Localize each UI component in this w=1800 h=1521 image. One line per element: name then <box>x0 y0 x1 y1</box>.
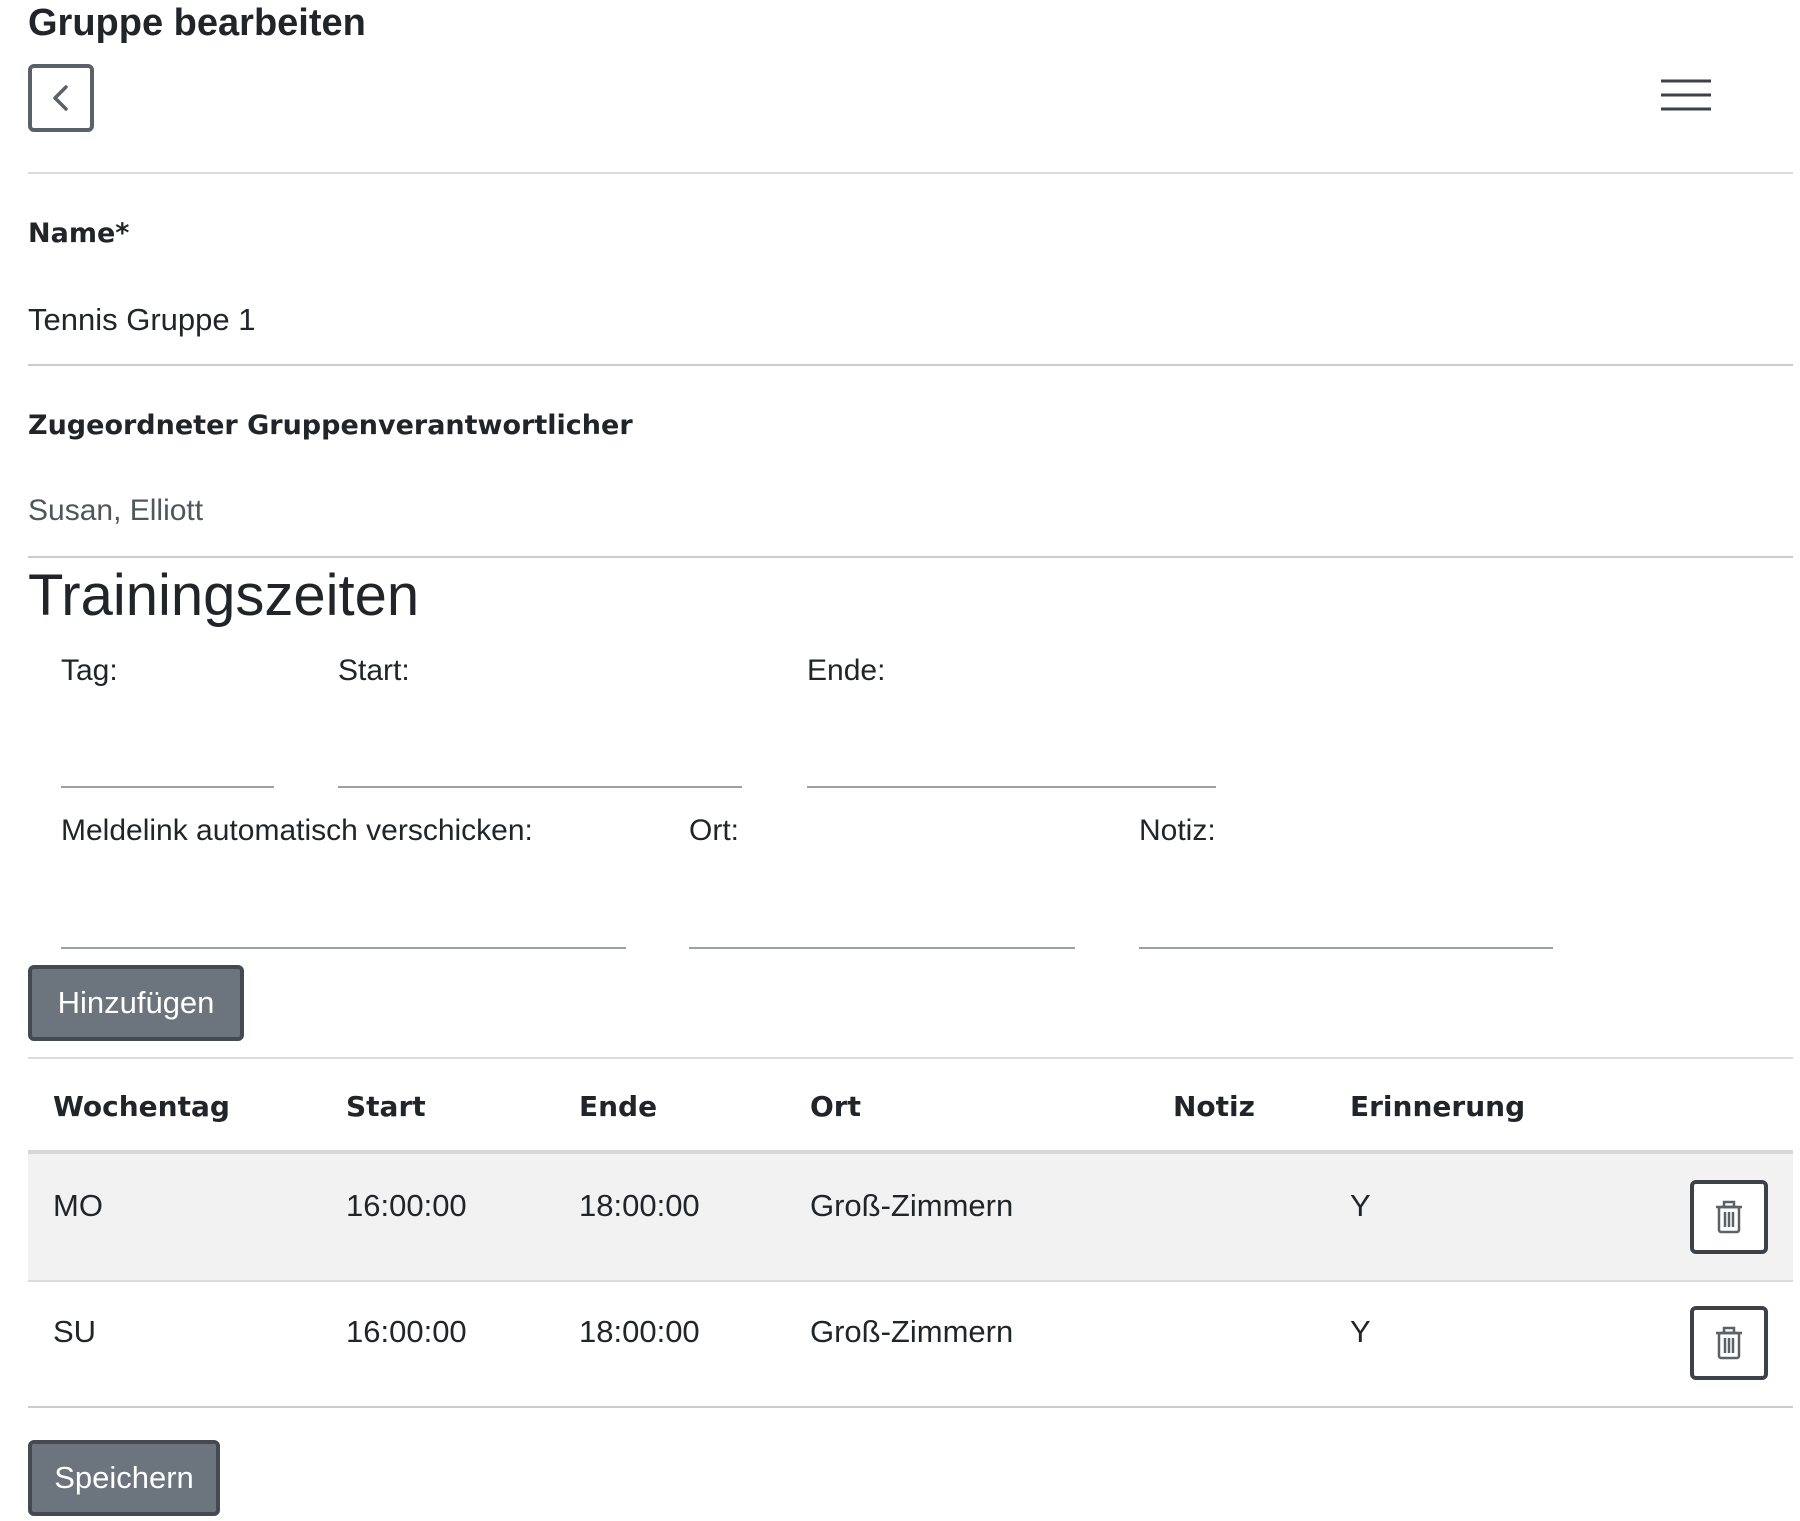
cell-wochentag: SU <box>53 1314 97 1349</box>
cell-ort: Groß-Zimmern <box>810 1314 1014 1349</box>
table-top-border <box>28 1057 1793 1059</box>
column-header-ort: Ort <box>810 1090 861 1123</box>
add-button[interactable]: Hinzufügen <box>28 965 244 1041</box>
leader-select-underline <box>28 556 1793 558</box>
cell-ort: Groß-Zimmern <box>810 1188 1014 1223</box>
tag-input[interactable] <box>61 786 274 788</box>
chevron-left-icon <box>53 85 68 111</box>
leader-select[interactable]: Susan, Elliott <box>28 494 203 528</box>
meldelink-input[interactable] <box>61 947 626 949</box>
header-divider <box>28 172 1793 174</box>
cell-start: 16:00:00 <box>346 1188 467 1223</box>
name-input[interactable]: Tennis Gruppe 1 <box>28 302 255 338</box>
delete-row-button[interactable] <box>1690 1180 1768 1254</box>
hamburger-menu-icon <box>1661 79 1711 111</box>
cell-wochentag: MO <box>53 1188 103 1223</box>
menu-button[interactable] <box>1660 78 1712 112</box>
cell-ende: 18:00:00 <box>579 1188 700 1223</box>
tag-label: Tag: <box>61 654 118 687</box>
row-divider <box>28 1280 1793 1282</box>
page-title: Gruppe bearbeiten <box>28 2 366 44</box>
cell-start: 16:00:00 <box>346 1314 467 1349</box>
cell-erinnerung: Y <box>1350 1188 1371 1223</box>
cell-erinnerung: Y <box>1350 1314 1371 1349</box>
column-header-notiz: Notiz <box>1173 1090 1255 1123</box>
ende-label: Ende: <box>807 654 886 687</box>
ort-input[interactable] <box>689 947 1075 949</box>
column-header-ende: Ende <box>579 1090 658 1123</box>
trash-icon <box>1716 1200 1742 1234</box>
notiz-label: Notiz: <box>1139 814 1216 847</box>
table-bottom-border <box>28 1406 1793 1408</box>
cell-ende: 18:00:00 <box>579 1314 700 1349</box>
start-label: Start: <box>338 654 410 687</box>
leader-label: Zugeordneter Gruppenverantwortlicher <box>28 410 633 441</box>
meldelink-label: Meldelink automatisch verschicken: <box>61 814 533 847</box>
name-label: Name* <box>28 218 130 249</box>
ort-label: Ort: <box>689 814 739 847</box>
column-header-wochentag: Wochentag <box>53 1090 230 1123</box>
delete-row-button[interactable] <box>1690 1306 1768 1380</box>
save-button[interactable]: Speichern <box>28 1440 220 1516</box>
notiz-input[interactable] <box>1139 947 1553 949</box>
training-heading: Trainingszeiten <box>28 563 420 628</box>
ende-input[interactable] <box>807 786 1216 788</box>
column-header-start: Start <box>346 1090 426 1123</box>
column-header-erinnerung: Erinnerung <box>1350 1090 1526 1123</box>
back-button[interactable] <box>28 64 94 132</box>
trash-icon <box>1716 1326 1742 1360</box>
start-input[interactable] <box>338 786 742 788</box>
name-input-underline <box>28 364 1793 366</box>
